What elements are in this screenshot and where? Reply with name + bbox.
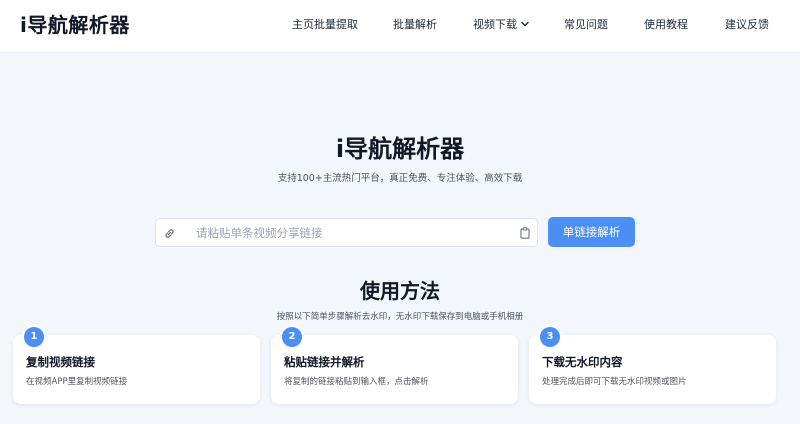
nav-item-homepage-batch[interactable]: 主页批量提取 [292, 17, 358, 33]
video-link-input[interactable] [196, 223, 506, 243]
step-title: 粘贴链接并解析 [284, 355, 365, 369]
nav-item-video-download-label: 视频下载 [473, 18, 517, 31]
clipboard-icon[interactable] [520, 227, 530, 239]
usage-subtitle: 按照以下简单步骤解析去水印，无水印下载保存到电脑或手机相册 [276, 312, 524, 322]
main-nav: 主页批量提取 批量解析 视频下载 常见问题 使用教程 建议反馈 [0, 0, 800, 53]
step-card-copy-link: 复制视频链接 在视频APP里复制视频链接 [13, 335, 260, 404]
link-icon [165, 229, 174, 238]
step-number-badge: 1 [24, 327, 44, 347]
step-card-paste-parse: 粘贴链接并解析 将复制的链接粘贴到输入框，点击解析 [271, 335, 518, 404]
page-subtitle: 支持100+主流热门平台，真正免费、专注体验、高效下载 [277, 173, 523, 184]
step-card-download: 下载无水印内容 处理完成后即可下载无水印视频或图片 [529, 335, 776, 404]
step-number-badge: 2 [282, 327, 302, 347]
step-description: 将复制的链接粘贴到输入框，点击解析 [284, 377, 429, 387]
step-description: 在视频APP里复制视频链接 [26, 377, 128, 387]
site-header: i导航解析器 主页批量提取 批量解析 视频下载 常见问题 使用教程 建议反馈 [0, 0, 800, 53]
page-title: i导航解析器 [335, 135, 465, 163]
step-title: 复制视频链接 [26, 355, 95, 369]
nav-item-faq[interactable]: 常见问题 [564, 17, 608, 33]
usage-title: 使用方法 [360, 279, 440, 303]
chevron-down-icon [521, 21, 529, 27]
step-number-badge: 3 [540, 327, 560, 347]
parse-button[interactable]: 单链接解析 [548, 217, 635, 247]
nav-item-batch-parse[interactable]: 批量解析 [393, 17, 437, 33]
step-title: 下载无水印内容 [542, 355, 623, 369]
search-box [155, 218, 538, 247]
nav-item-feedback[interactable]: 建议反馈 [725, 17, 769, 33]
nav-item-video-download[interactable]: 视频下载 [473, 17, 530, 33]
nav-item-tutorial[interactable]: 使用教程 [644, 17, 688, 33]
step-description: 处理完成后即可下载无水印视频或图片 [542, 377, 687, 387]
